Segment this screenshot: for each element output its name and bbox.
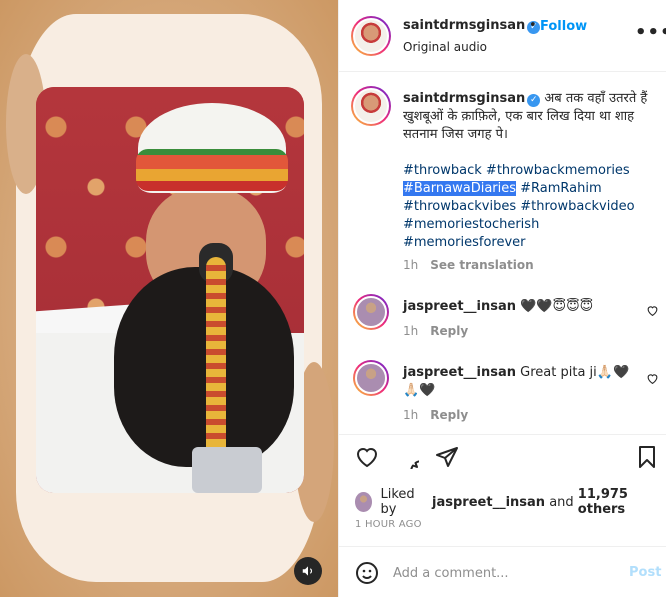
bookmark-icon[interactable]: [635, 445, 659, 469]
audio-label[interactable]: Original audio: [403, 40, 487, 54]
comment-icon[interactable]: [395, 445, 433, 483]
see-translation-button[interactable]: See translation: [430, 258, 533, 272]
author-username-text[interactable]: saintdrmsginsan: [403, 18, 525, 33]
commenter-avatar[interactable]: [353, 360, 389, 396]
turban-band: [136, 149, 288, 191]
likes-count[interactable]: 11,975 others: [578, 487, 666, 517]
caption: saintdrmsginsan ✓ अब तक वहाँ उतरते हैं खु…: [403, 90, 653, 144]
share-icon[interactable]: [435, 445, 459, 469]
comment-time: 1h: [403, 408, 419, 422]
comment-meta: 1h Reply: [403, 324, 468, 338]
post-timestamp[interactable]: 1 HOUR AGO: [355, 519, 422, 530]
emoji-icon[interactable]: [355, 561, 379, 585]
add-comment-bar: Post: [339, 546, 666, 597]
comment-time: 1h: [403, 324, 419, 338]
hashtag-list: #throwback #throwbackmemories #BarnawaDi…: [403, 162, 653, 252]
comment-meta: 1h Reply: [403, 408, 468, 422]
likes-and: and: [549, 494, 574, 510]
likes-prefix: Liked by: [380, 487, 415, 517]
microphone-stand: [192, 447, 262, 493]
post-actions: Liked by jaspreet__insan and 11,975 othe…: [339, 434, 666, 554]
comment-body: 🖤🖤😇😇😇: [520, 299, 594, 314]
reply-button[interactable]: Reply: [430, 408, 468, 422]
likes-summary: Liked by jaspreet__insan and 11,975 othe…: [355, 487, 666, 517]
commenter-avatar[interactable]: [353, 294, 389, 330]
heart-icon[interactable]: [355, 445, 379, 469]
reply-button[interactable]: Reply: [430, 324, 468, 338]
post-button[interactable]: Post: [629, 565, 661, 580]
comment-text: jaspreet__insan Great pita ji🙏🏻🖤🙏🏻🖤: [403, 364, 633, 400]
verified-icon: ✓: [527, 94, 541, 107]
liker-avatar[interactable]: [355, 492, 373, 512]
follow-button[interactable]: Follow: [540, 19, 587, 34]
sound-icon[interactable]: [294, 557, 322, 585]
comment-input[interactable]: [393, 561, 613, 585]
caption-meta: 1h See translation: [403, 258, 534, 272]
commenter-username[interactable]: jaspreet__insan: [403, 299, 516, 314]
comment-text: jaspreet__insan 🖤🖤😇😇😇: [403, 298, 633, 316]
hashtag[interactable]: #throwbackmemories: [486, 163, 630, 178]
author-avatar[interactable]: [351, 16, 391, 56]
hashtag[interactable]: #memoriestocherish: [403, 217, 539, 232]
comment-like-icon[interactable]: [646, 372, 659, 388]
post-header: saintdrmsginsan ✓ • Follow Original audio…: [339, 0, 666, 72]
hashtag-selected[interactable]: #BarnawaDiaries: [403, 181, 517, 196]
caption-username[interactable]: saintdrmsginsan: [403, 91, 525, 106]
separator-dot: •: [529, 18, 537, 33]
caption-time: 1h: [403, 258, 419, 272]
comment-like-icon[interactable]: [646, 304, 659, 320]
author-username[interactable]: saintdrmsginsan ✓: [403, 18, 541, 34]
liker-username[interactable]: jaspreet__insan: [432, 495, 545, 510]
hashtag[interactable]: #throwback: [403, 163, 482, 178]
more-icon[interactable]: •••: [635, 22, 666, 43]
caption-avatar[interactable]: [351, 86, 391, 126]
hashtag[interactable]: #RamRahim: [520, 181, 602, 196]
hashtag[interactable]: #memoriesforever: [403, 235, 526, 250]
comments-section: saintdrmsginsan ✓ अब तक वहाँ उतरते हैं खु…: [339, 72, 666, 434]
commenter-username[interactable]: jaspreet__insan: [403, 365, 516, 380]
hashtag[interactable]: #throwbackvideo: [520, 199, 634, 214]
video-frame[interactable]: [36, 87, 304, 493]
beard: [114, 267, 294, 467]
post-media[interactable]: [0, 0, 338, 597]
post-details: saintdrmsginsan ✓ • Follow Original audio…: [338, 0, 666, 597]
hashtag[interactable]: #throwbackvibes: [403, 199, 516, 214]
